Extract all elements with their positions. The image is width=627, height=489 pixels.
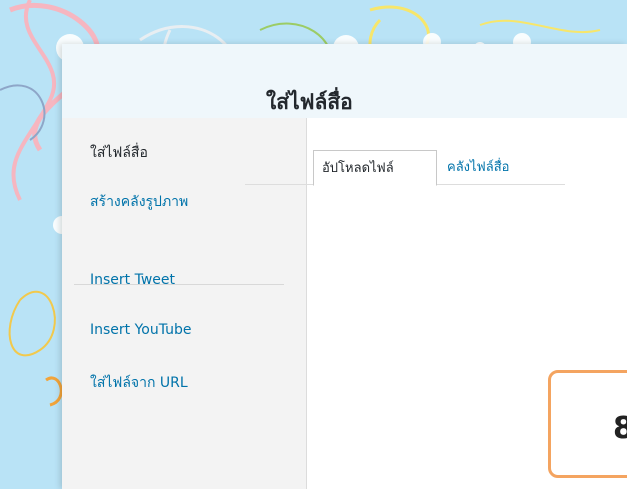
menu-item-insert-tweet[interactable]: Insert Tweet [90,272,175,288]
menu-item-insert-from-url[interactable]: ใส่ไฟล์จาก URL [90,372,188,394]
tab-media-library[interactable]: คลังไฟล์สื่อ [439,150,517,186]
menu-item-insert-media[interactable]: ใส่ไฟล์สื่อ [90,142,148,164]
step-number: 8 [613,411,627,446]
frame-title: ใส่ไฟล์สื่อ [266,90,353,114]
step-number-callout: 8 [548,370,627,478]
media-router: อัปโหลดไฟล์ คลังไฟล์สื่อ [245,132,565,186]
menu-item-insert-youtube[interactable]: Insert YouTube [90,322,192,338]
menu-item-create-gallery[interactable]: สร้างคลังรูปภาพ [90,191,188,213]
tab-upload-files[interactable]: อัปโหลดไฟล์ [313,150,437,186]
